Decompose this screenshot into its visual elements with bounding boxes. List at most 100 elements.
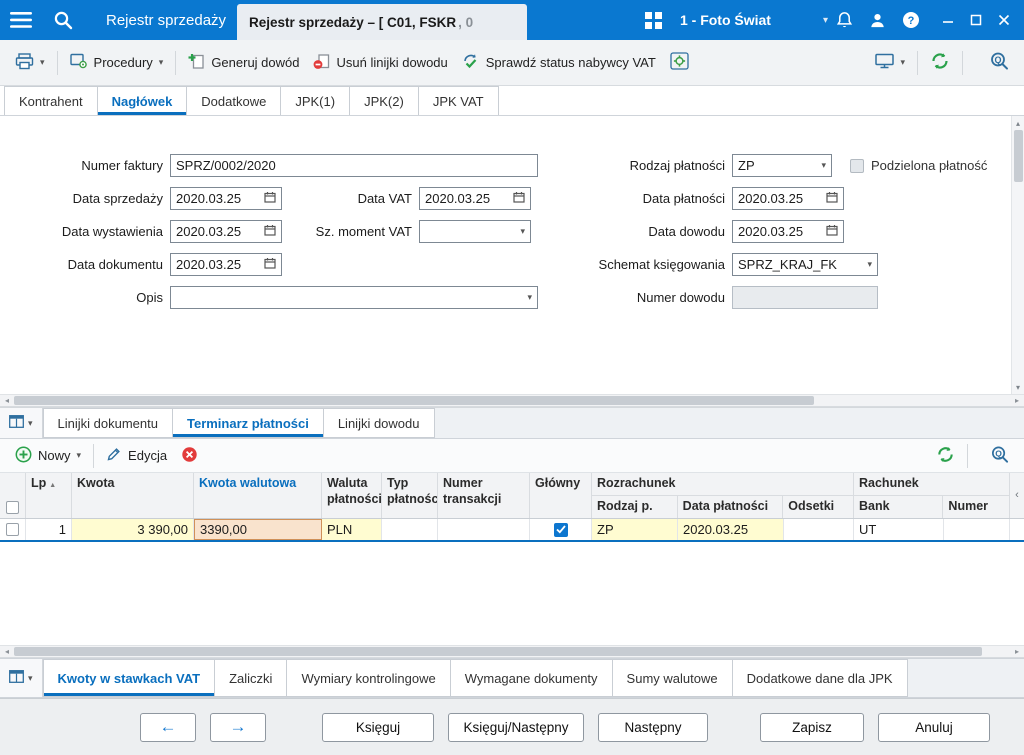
column-header-waluta-platnosci[interactable]: Waluta płatności (322, 473, 382, 518)
tab-kwoty-w-stawkach-vat[interactable]: Kwoty w stawkach VAT (42, 659, 216, 697)
tab-sumy-walutowe[interactable]: Sumy walutowe (611, 659, 733, 697)
cell-kwota-walutowa[interactable]: 3390,00 (194, 519, 322, 540)
scroll-up-icon[interactable]: ▴ (1012, 116, 1024, 130)
tab-jpk1[interactable]: JPK(1) (280, 86, 351, 115)
grid-quick-search-button[interactable]: Q (983, 441, 1016, 471)
ksieguj-button[interactable]: Księguj (322, 712, 434, 742)
column-header-data-platnosci[interactable]: Data płatności (678, 496, 784, 518)
column-header-kwota[interactable]: Kwota (72, 473, 194, 518)
tab-dodatkowe[interactable]: Dodatkowe (186, 86, 282, 115)
glowny-checkbox[interactable] (553, 522, 568, 537)
help-icon[interactable]: ? (894, 0, 928, 40)
company-selector[interactable]: 1 - Foto Świat (680, 12, 771, 28)
column-header-lp[interactable]: Lp ▲ (26, 473, 72, 518)
form-vertical-scrollbar[interactable]: ▴ ▾ (1011, 116, 1024, 394)
column-header-bank[interactable]: Bank (854, 496, 944, 518)
usun-linijki-dowodu-button[interactable]: Usuń linijki dowodu (306, 49, 454, 77)
bottom-layout-button[interactable]: ▾ (0, 659, 43, 697)
row-checkbox[interactable] (6, 523, 19, 536)
column-header-odsetki[interactable]: Odsetki (783, 496, 853, 518)
settings-gear-button[interactable] (663, 48, 696, 77)
next-record-button[interactable]: → (210, 712, 266, 742)
nastepny-button[interactable]: Następny (598, 712, 708, 742)
tab-zaliczki[interactable]: Zaliczki (214, 659, 288, 697)
data-vat-input[interactable]: 2020.03.25 (419, 187, 531, 210)
schemat-ksiegowania-select[interactable]: SPRZ_KRAJ_FK ▾ (732, 253, 878, 276)
delete-row-button[interactable] (174, 442, 205, 470)
tab-naglowek[interactable]: Nagłówek (96, 86, 188, 115)
calendar-icon[interactable] (264, 191, 276, 206)
scrollbar-thumb[interactable] (14, 396, 814, 405)
print-button[interactable]: ▾ (8, 49, 52, 77)
cell-lp[interactable]: 1 (26, 519, 72, 540)
tab-linijki-dowodu[interactable]: Linijki dowodu (322, 408, 435, 438)
data-dowodu-input[interactable]: 2020.03.25 (732, 220, 844, 243)
notifications-bell-icon[interactable] (828, 0, 861, 40)
quick-search-button[interactable]: Q (982, 47, 1016, 78)
scroll-right-icon[interactable]: ▸ (1010, 647, 1024, 656)
column-header-numer[interactable]: Numer (943, 496, 1009, 518)
nowy-button[interactable]: Nowy ▾ (8, 442, 88, 470)
calendar-icon[interactable] (264, 257, 276, 272)
cell-numer[interactable] (944, 519, 1010, 540)
view-settings-button[interactable]: ▾ (868, 49, 912, 76)
group-header-rozrachunek[interactable]: Rozrachunek (592, 473, 853, 496)
select-all-checkbox-cell[interactable] (0, 473, 26, 518)
cell-glowny[interactable] (530, 519, 592, 540)
scroll-down-icon[interactable]: ▾ (1012, 380, 1024, 394)
scroll-right-icon[interactable]: ▸ (1010, 396, 1024, 405)
tab-wymagane-dokumenty[interactable]: Wymagane dokumenty (449, 659, 613, 697)
scrollbar-thumb[interactable] (1013, 130, 1023, 182)
column-header-numer-transakcji[interactable]: Numer transakcji (438, 473, 530, 518)
grid-layout-button[interactable]: ▾ (0, 408, 43, 438)
scrollbar-thumb[interactable] (14, 647, 982, 656)
column-header-glowny[interactable]: Główny (530, 473, 592, 518)
cell-kwota[interactable]: 3 390,00 (72, 519, 194, 540)
podzielona-platnosc-checkbox[interactable] (850, 158, 864, 173)
tab-jpk2[interactable]: JPK(2) (349, 86, 419, 115)
sprawdz-status-vat-button[interactable]: Sprawdź status nabywcy VAT (455, 49, 663, 77)
form-horizontal-scrollbar[interactable]: ◂ ▸ (0, 394, 1024, 407)
grid-refresh-button[interactable] (929, 441, 962, 471)
cell-data-platnosci[interactable]: 2020.03.25 (678, 519, 784, 540)
ksieguj-nastepny-button[interactable]: Księguj/Następny (448, 712, 584, 742)
data-platnosci-input[interactable]: 2020.03.25 (732, 187, 844, 210)
minimize-icon[interactable] (934, 0, 962, 40)
cell-waluta[interactable]: PLN (322, 519, 382, 540)
scroll-left-icon[interactable]: ◂ (0, 396, 14, 405)
tab-jpkvat[interactable]: JPK VAT (417, 86, 499, 115)
hamburger-menu-icon[interactable] (0, 0, 42, 40)
grid-scroll-left-icon[interactable]: ‹ (1010, 473, 1024, 518)
close-icon[interactable] (990, 0, 1018, 40)
sz-moment-vat-select[interactable]: ▾ (419, 220, 531, 243)
data-sprzedazy-input[interactable]: 2020.03.25 (170, 187, 282, 210)
tab-linijki-dokumentu[interactable]: Linijki dokumentu (42, 408, 173, 438)
data-dokumentu-input[interactable]: 2020.03.25 (170, 253, 282, 276)
anuluj-button[interactable]: Anuluj (878, 712, 990, 742)
edycja-button[interactable]: Edycja (99, 442, 174, 469)
column-header-typ-platnosci[interactable]: Typ płatności (382, 473, 438, 518)
scroll-left-icon[interactable]: ◂ (0, 647, 14, 656)
numer-faktury-input[interactable]: SPRZ/0002/2020 (170, 154, 538, 177)
document-tab[interactable]: Rejestr sprzedaży – [ C01, FSKR , 0 (237, 4, 527, 40)
cell-odsetki[interactable] (784, 519, 854, 540)
calendar-icon[interactable] (513, 191, 525, 206)
refresh-button[interactable] (923, 47, 957, 78)
cell-numer-transakcji[interactable] (438, 519, 530, 540)
tab-kontrahent[interactable]: Kontrahent (4, 86, 98, 115)
table-row[interactable]: 1 3 390,00 3390,00 PLN ZP 2020.03.25 UT (0, 519, 1024, 542)
tab-dodatkowe-dane-dla-jpk[interactable]: Dodatkowe dane dla JPK (731, 659, 908, 697)
select-all-checkbox[interactable] (6, 501, 19, 514)
cell-rodzaj-p[interactable]: ZP (592, 519, 678, 540)
user-profile-icon[interactable] (861, 0, 894, 40)
tab-wymiary-kontrolingowe[interactable]: Wymiary kontrolingowe (286, 659, 451, 697)
apps-grid-icon[interactable] (637, 0, 670, 40)
maximize-icon[interactable] (962, 0, 990, 40)
calendar-icon[interactable] (826, 191, 838, 206)
column-header-rodzaj-p[interactable]: Rodzaj p. (592, 496, 678, 518)
previous-record-button[interactable]: ← (140, 712, 196, 742)
search-icon[interactable] (42, 0, 84, 40)
column-header-kwota-walutowa[interactable]: Kwota walutowa (194, 473, 322, 518)
procedury-button[interactable]: Procedury ▾ (63, 49, 171, 76)
cell-typ[interactable] (382, 519, 438, 540)
